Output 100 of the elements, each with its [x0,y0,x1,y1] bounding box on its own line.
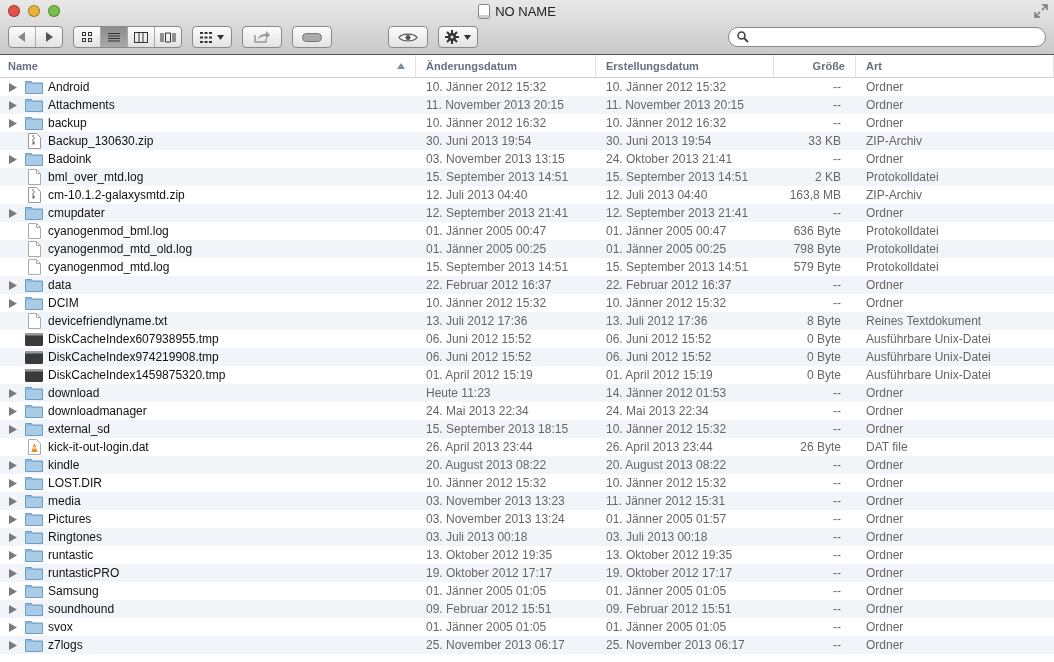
modified-date: 13. Oktober 2012 19:35 [425,548,554,562]
file-kind: Ordner [865,566,905,580]
disclosure-triangle-icon[interactable] [9,514,17,524]
disclosure-triangle-icon[interactable] [9,118,17,128]
forward-icon[interactable] [44,32,54,42]
document-icon [28,241,41,257]
fullscreen-icon[interactable] [1034,4,1048,18]
back-icon[interactable] [17,32,27,42]
file-size: 0 Byte [805,368,842,382]
file-name: Backup_130630.zip [48,134,154,148]
modified-date: 11. November 2013 20:15 [425,98,565,112]
folder-icon [25,494,43,508]
file-size: 579 Byte [792,260,842,274]
file-name: Pictures [48,512,92,526]
share-button[interactable] [242,26,282,48]
file-name: Android [48,80,90,94]
created-date: 25. November 2013 06:17 [605,638,746,652]
minimize-button[interactable] [28,5,40,17]
file-size: 8 Byte [805,314,842,328]
disclosure-triangle-icon[interactable] [9,280,17,290]
disclosure-triangle-icon[interactable] [9,478,17,488]
file-size: -- [832,620,842,634]
modified-date: 19. Oktober 2012 17:17 [425,566,554,580]
zip-file-icon [28,187,41,203]
created-date: 01. Jänner 2005 00:25 [605,242,728,256]
disclosure-triangle-icon[interactable] [9,298,17,308]
back-forward-control[interactable] [8,26,63,48]
sort-ascending-icon [397,63,405,69]
modified-date: 01. Jänner 2005 00:47 [425,224,548,238]
folder-icon [25,458,43,472]
list-view-icon [108,31,120,43]
created-date: 06. Juni 2012 15:52 [605,350,713,364]
modified-date: 09. Februar 2012 15:51 [425,602,553,616]
zoom-button[interactable] [48,5,60,17]
created-date: 24. Oktober 2013 21:41 [605,152,734,166]
file-size: -- [832,278,842,292]
disclosure-triangle-icon[interactable] [9,532,17,542]
disclosure-triangle-icon[interactable] [9,100,17,110]
created-date: 15. September 2013 14:51 [605,260,750,274]
disclosure-triangle-icon[interactable] [9,604,17,614]
file-kind: Ordner [865,116,905,130]
folder-icon [25,404,43,418]
disclosure-triangle-icon[interactable] [9,622,17,632]
file-kind: ZIP-Archiv [865,188,923,202]
file-name: LOST.DIR [48,476,102,490]
disclosure-triangle-icon[interactable] [9,388,17,398]
search-field[interactable] [728,27,1046,47]
file-kind: Ordner [865,584,905,598]
arrange-button[interactable] [192,26,232,48]
file-kind: Ordner [865,206,905,220]
file-size: -- [832,548,842,562]
file-size: 0 Byte [805,350,842,364]
file-name: external_sd [48,422,111,436]
disclosure-triangle-icon[interactable] [9,640,17,650]
folder-icon [25,386,43,400]
disclosure-triangle-icon[interactable] [9,154,17,164]
disclosure-triangle-icon[interactable] [9,208,17,218]
file-size: -- [832,512,842,526]
modified-date: 06. Juni 2012 15:52 [425,332,533,346]
disclosure-triangle-icon[interactable] [9,82,17,92]
close-button[interactable] [8,5,20,17]
file-kind: Ordner [865,512,905,526]
file-kind: Ordner [865,602,905,616]
modified-date: 01. Jänner 2005 01:05 [425,620,548,634]
folder-icon [25,602,43,616]
folder-icon [25,116,43,130]
column-header[interactable]: Art [856,55,1054,77]
folder-icon [25,152,43,166]
file-name: DiskCacheIndex974219908.tmp [48,350,219,364]
modified-date: 01. Jänner 2005 01:05 [425,584,548,598]
disclosure-triangle-icon[interactable] [9,460,17,470]
file-kind: Ordner [865,80,905,94]
disclosure-triangle-icon[interactable] [9,496,17,506]
disclosure-triangle-icon[interactable] [9,568,17,578]
document-icon [28,313,41,329]
file-size: -- [832,116,842,130]
gear-icon [445,30,459,44]
disclosure-triangle-icon[interactable] [9,406,17,416]
disclosure-triangle-icon[interactable] [9,550,17,560]
tag-button[interactable] [292,26,332,48]
created-date: 24. Mai 2013 22:34 [605,404,710,418]
column-header[interactable]: Größe [774,55,856,77]
folder-icon [25,206,43,220]
disclosure-triangle-icon[interactable] [9,424,17,434]
modified-date: 30. Juni 2013 19:54 [425,134,533,148]
disclosure-triangle-icon[interactable] [9,586,17,596]
view-mode-button[interactable] [100,27,127,47]
file-kind: Protokolldatei [865,242,940,256]
search-icon [737,31,749,43]
quick-look-button[interactable] [388,26,428,48]
created-date: 19. Oktober 2012 17:17 [605,566,734,580]
view-mode-control[interactable] [73,26,182,48]
column-header[interactable]: Name [0,55,416,77]
modified-date: 12. September 2013 21:41 [425,206,570,220]
column-header[interactable]: Änderungsdatum [416,55,596,77]
created-date: 15. September 2013 14:51 [605,170,750,184]
modified-date: 01. April 2012 15:19 [425,368,534,382]
column-header[interactable]: Erstellungsdatum [596,55,774,77]
created-date: 11. November 2013 20:15 [605,98,745,112]
action-button[interactable] [438,26,478,48]
